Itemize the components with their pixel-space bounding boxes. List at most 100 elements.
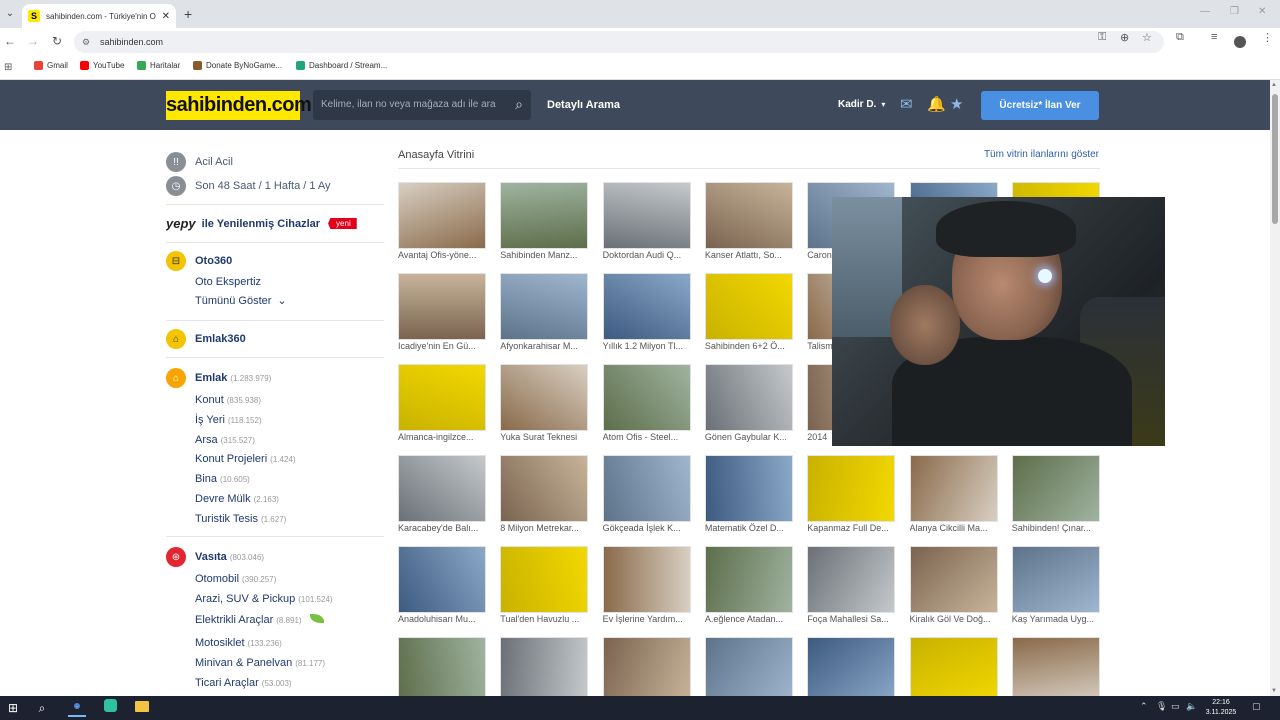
star-icon[interactable]: ★: [950, 96, 963, 114]
listing-card[interactable]: Sahibinden Manz...: [500, 182, 589, 264]
page-scrollbar[interactable]: ▲ ▼: [1270, 80, 1280, 696]
microphone-icon[interactable]: 🎙: [1156, 701, 1167, 712]
scroll-down-icon[interactable]: ▼: [1271, 688, 1277, 694]
tab-close-icon[interactable]: ✕: [162, 11, 170, 22]
scroll-thumb[interactable]: [1272, 94, 1278, 224]
search-icon[interactable]: ⌕: [33, 699, 51, 717]
reload-icon[interactable]: ↻: [49, 34, 65, 48]
listing-thumbnail[interactable]: [602, 364, 691, 431]
bookmark-dashboard[interactable]: Dashboard / Stream...: [296, 61, 387, 70]
reading-list-icon[interactable]: ≡: [1211, 31, 1217, 43]
listing-thumbnail[interactable]: [909, 637, 998, 696]
bookmark-maps[interactable]: Haritalar: [137, 61, 180, 70]
listing-title[interactable]: Avantaj Ofis-yöne...: [398, 250, 486, 260]
sidebar-item-ticari[interactable]: Ticari Araçlar (53.003): [195, 677, 292, 689]
listing-card[interactable]: Icadiye'nin En Gü...: [398, 273, 486, 355]
listing-card[interactable]: Kapanmaz Full De...: [807, 455, 896, 537]
listing-thumbnail[interactable]: [909, 455, 998, 522]
sidebar-item-vasita[interactable]: ⊛ Vasıta (803.046): [166, 547, 264, 567]
volume-icon[interactable]: 🔈: [1186, 701, 1197, 712]
listing-card[interactable]: Sahibinden! Çınar...: [1011, 455, 1100, 537]
password-key-icon[interactable]: ⚿: [1098, 31, 1106, 44]
forward-icon[interactable]: →: [25, 34, 41, 48]
listing-title[interactable]: Icadiye'nin En Gü...: [398, 341, 486, 351]
listing-thumbnail[interactable]: [807, 455, 896, 522]
user-menu[interactable]: Kadir D. ▾: [838, 80, 885, 130]
listing-title[interactable]: Sahibinden Manz...: [500, 250, 588, 260]
listing-thumbnail[interactable]: [602, 182, 691, 249]
listing-thumbnail[interactable]: [500, 273, 589, 340]
listing-title[interactable]: Almanca-ingilzce...: [398, 432, 486, 442]
listing-thumbnail[interactable]: [398, 182, 486, 249]
browser-tab[interactable]: S sahibinden.com - Türkiye'nin O ✕: [22, 4, 176, 28]
listing-title[interactable]: Atom Ofis - Steel...: [603, 432, 691, 442]
listing-title[interactable]: Doktordan Audi Q...: [603, 250, 691, 260]
listing-title[interactable]: A.eğlence Atadan...: [705, 614, 793, 624]
maximize-icon[interactable]: ❐: [1230, 6, 1239, 17]
listing-title[interactable]: Kaş Yarımada Uyg...: [1012, 614, 1100, 624]
sidebar-item-son48[interactable]: ◷ Son 48 Saat / 1 Hafta / 1 Ay: [166, 176, 331, 196]
listing-thumbnail[interactable]: [1011, 637, 1100, 696]
listing-thumbnail[interactable]: [807, 637, 896, 696]
listing-title[interactable]: Yıllık 1.2 Milyon Tl...: [603, 341, 691, 351]
notifications-icon[interactable]: ▢: [1252, 701, 1261, 712]
listing-card[interactable]: Yuka Surat Teknesi: [500, 364, 589, 446]
listing-title[interactable]: Alanya Cikcilli Ma...: [910, 523, 998, 533]
listing-title[interactable]: Sahibinden 6+2 Ö...: [705, 341, 793, 351]
back-icon[interactable]: ←: [2, 34, 18, 48]
sidebar-item-isyeri[interactable]: İş Yeri (118.152): [195, 414, 262, 426]
sidebar-item-emlak360[interactable]: ⌂ Emlak360: [166, 329, 246, 349]
listing-card[interactable]: Kiralık Göl Ve Doğ...: [909, 546, 998, 628]
tray-chevron-icon[interactable]: ⌃: [1140, 701, 1148, 712]
bell-icon[interactable]: 🔔: [927, 96, 946, 114]
system-clock[interactable]: 22:16 3.11.2025: [1200, 698, 1242, 718]
sidebar-item-emlak[interactable]: ⌂ Emlak (1.283.979): [166, 368, 271, 388]
listing-card[interactable]: Gökçeada İşlek K...: [602, 455, 691, 537]
listing-card[interactable]: Karacabey'de Balı...: [398, 455, 486, 537]
listing-card[interactable]: Alanya Cikcilli Ma...: [909, 455, 998, 537]
listing-title[interactable]: Kanser Atlattı, So...: [705, 250, 793, 260]
sidebar-item-minivan[interactable]: Minivan & Panelvan (81.177): [195, 657, 325, 669]
listing-title[interactable]: Foça Mahallesi Sa...: [807, 614, 895, 624]
url-field[interactable]: ⚙ sahibinden.com: [74, 31, 1164, 53]
listing-title[interactable]: Gökçeada İşlek K...: [603, 523, 691, 533]
listing-card[interactable]: Doktordan Audi Q...: [602, 182, 691, 264]
listing-title[interactable]: Yuka Surat Teknesi: [500, 432, 588, 442]
listing-title[interactable]: Karacabey'de Balı...: [398, 523, 486, 533]
sidebar-item-elektrikli[interactable]: Elektrikli Araçlar (8.891): [195, 614, 324, 626]
listing-card[interactable]: [398, 637, 486, 696]
listing-card[interactable]: Foça Mahallesi Sa...: [807, 546, 896, 628]
detailed-search-link[interactable]: Detaylı Arama: [547, 80, 620, 130]
listing-card[interactable]: [909, 637, 998, 696]
listing-title[interactable]: Gönen Gaybular K...: [705, 432, 793, 442]
listing-card[interactable]: Avantaj Ofis-yöne...: [398, 182, 486, 264]
site-info-icon[interactable]: ⚙: [82, 31, 90, 53]
listing-title[interactable]: 8 Milyon Metrekar...: [500, 523, 588, 533]
file-explorer-icon[interactable]: [133, 699, 151, 717]
listing-thumbnail[interactable]: [398, 637, 486, 696]
apps-grid-icon[interactable]: ⊞: [4, 62, 12, 73]
listing-thumbnail[interactable]: [602, 273, 691, 340]
listing-thumbnail[interactable]: [500, 364, 589, 431]
listing-card[interactable]: [500, 637, 589, 696]
listing-title[interactable]: Afyonkarahisar M...: [500, 341, 588, 351]
listing-title[interactable]: Matematik Özel D...: [705, 523, 793, 533]
listing-thumbnail[interactable]: [500, 455, 589, 522]
network-icon[interactable]: ▭: [1171, 701, 1180, 712]
sidebar-item-bina[interactable]: Bina (10.605): [195, 473, 250, 485]
listing-card[interactable]: Anadoluhisarı Mu...: [398, 546, 486, 628]
profile-avatar[interactable]: [1234, 36, 1246, 48]
bookmark-donate[interactable]: Donate ByNoGame...: [193, 61, 282, 70]
listing-title[interactable]: Ev İşlerine Yardım...: [603, 614, 691, 624]
sidebar-item-otomobil[interactable]: Otomobil (390.257): [195, 573, 276, 585]
listing-thumbnail[interactable]: [1011, 546, 1100, 613]
sidebar-item-konut-projeleri[interactable]: Konut Projeleri (1.424): [195, 453, 296, 465]
browser-menu-icon[interactable]: ⋮: [1262, 31, 1273, 44]
sidebar-item-acil[interactable]: !! Acil Acil: [166, 152, 233, 172]
listing-thumbnail[interactable]: [398, 273, 486, 340]
mail-icon[interactable]: ✉: [900, 96, 913, 114]
listing-thumbnail[interactable]: [500, 637, 589, 696]
listing-card[interactable]: Kaş Yarımada Uyg...: [1011, 546, 1100, 628]
bookmark-star-icon[interactable]: ☆: [1142, 31, 1152, 44]
listing-card[interactable]: Matematik Özel D...: [704, 455, 793, 537]
